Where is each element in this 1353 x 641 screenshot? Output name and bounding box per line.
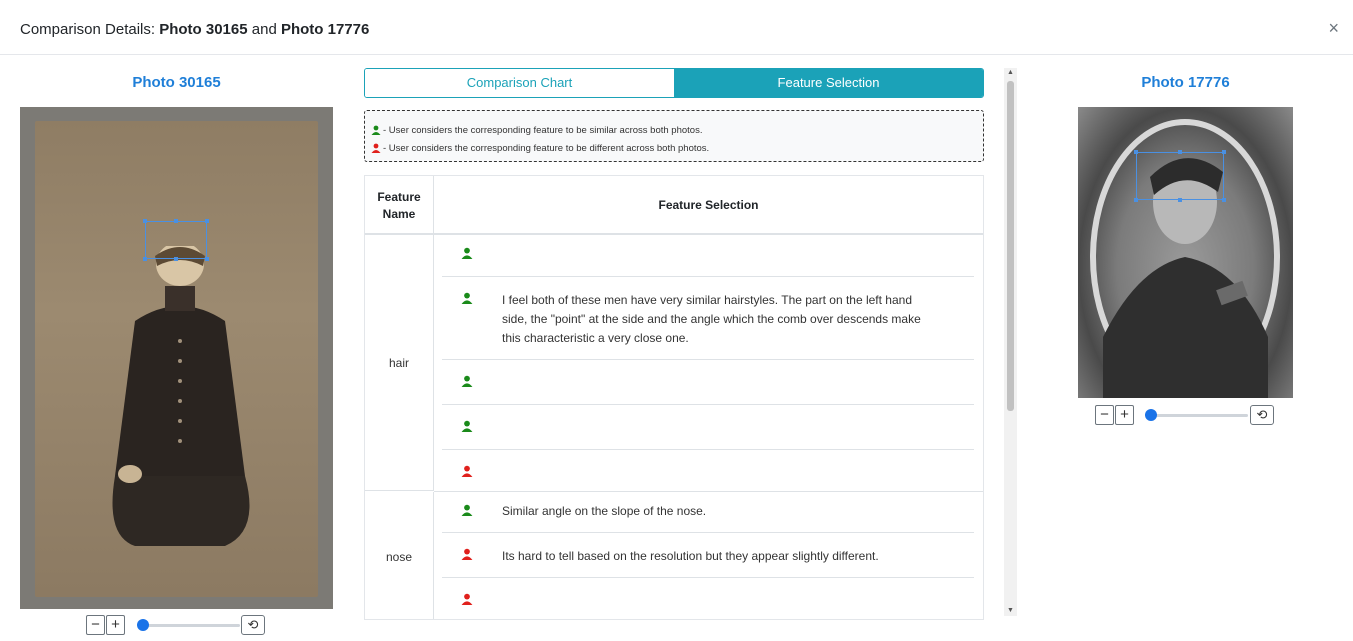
user-red-icon — [461, 593, 473, 605]
table-row — [442, 578, 974, 619]
user-green-icon — [371, 125, 381, 135]
legend-different: - User considers the corresponding featu… — [371, 139, 977, 157]
scroll-up-arrow-icon[interactable]: ▲ — [1004, 69, 1017, 76]
tab-feature-selection[interactable]: Feature Selection — [674, 69, 983, 97]
right-zoom-controls: − + ⟲ — [1095, 405, 1280, 427]
table-row — [442, 235, 974, 277]
user-red-icon — [461, 548, 473, 560]
right-photo-viewer[interactable] — [1078, 107, 1293, 398]
user-red-icon — [371, 143, 381, 153]
left-zoom-controls: − + ⟲ — [86, 615, 266, 637]
left-photo-title: Photo 30165 — [132, 74, 221, 91]
comparison-modal: Comparison Details: Photo 30165 and Phot… — [0, 0, 1353, 641]
scrollbar-thumb[interactable] — [1007, 81, 1014, 411]
legend-box: - User considers the corresponding featu… — [364, 110, 984, 162]
feature-name-cell: hair — [365, 235, 434, 491]
modal-header: Comparison Details: Photo 30165 and Phot… — [0, 0, 1353, 55]
right-reset-button[interactable]: ⟲ — [1250, 405, 1274, 425]
close-button[interactable]: × — [1328, 18, 1339, 39]
table-row — [442, 450, 974, 491]
row-comment: Similar angle on the slope of the nose. — [502, 504, 707, 518]
legend-different-text: - User considers the corresponding featu… — [383, 142, 710, 154]
legend-similar: - User considers the corresponding featu… — [371, 121, 977, 139]
user-green-icon — [461, 504, 473, 516]
user-green-icon — [461, 292, 473, 304]
center-scrollbar[interactable]: ▲ ▼ — [1004, 68, 1017, 616]
tab-bar: Comparison Chart Feature Selection — [364, 68, 984, 98]
right-zoom-knob[interactable] — [1145, 409, 1157, 421]
left-reset-button[interactable]: ⟲ — [241, 615, 265, 635]
column-header-feature-name: Feature Name — [365, 176, 434, 235]
row-comment: Its hard to tell based on the resolution… — [502, 549, 879, 563]
legend-similar-text: - User considers the corresponding featu… — [383, 124, 703, 136]
modal-title: Comparison Details: Photo 30165 and Phot… — [20, 21, 369, 38]
table-header: Feature Name Feature Selection — [365, 176, 983, 235]
user-red-icon — [461, 465, 473, 477]
tab-comparison-chart[interactable]: Comparison Chart — [365, 69, 674, 97]
left-zoom-knob[interactable] — [137, 619, 149, 631]
left-feature-bbox[interactable] — [143, 219, 209, 261]
left-zoom-out-button[interactable]: − — [86, 615, 105, 635]
user-green-icon — [461, 420, 473, 432]
table-row — [442, 360, 974, 405]
column-header-feature-selection: Feature Selection — [658, 198, 759, 212]
right-feature-bbox[interactable] — [1134, 150, 1226, 202]
title-prefix: Comparison Details: — [20, 21, 160, 38]
user-green-icon — [461, 375, 473, 387]
left-photo-viewer[interactable] — [20, 107, 333, 609]
title-photo-a: Photo 30165 — [159, 21, 248, 38]
left-zoom-slider[interactable] — [144, 624, 240, 627]
user-green-icon — [461, 247, 473, 259]
portrait-figure-left — [112, 246, 250, 546]
feature-name-cell: nose — [365, 492, 434, 619]
row-comment: I feel both of these men have very simil… — [502, 293, 921, 345]
right-photo-title: Photo 17776 — [1141, 74, 1230, 91]
right-zoom-in-button[interactable]: + — [1115, 405, 1134, 425]
table-row: I feel both of these men have very simil… — [442, 277, 974, 360]
table-row: Similar angle on the slope of the nose. — [442, 492, 974, 533]
right-zoom-slider[interactable] — [1152, 414, 1248, 417]
title-joiner: and — [247, 21, 281, 38]
table-row — [442, 405, 974, 450]
scroll-down-arrow-icon[interactable]: ▼ — [1004, 607, 1017, 614]
left-photo-image — [35, 121, 318, 597]
feature-table: Feature Name Feature Selection hair I fe… — [364, 175, 984, 620]
portrait-figure-right — [1090, 119, 1280, 398]
left-zoom-in-button[interactable]: + — [106, 615, 125, 635]
title-photo-b: Photo 17776 — [280, 21, 370, 38]
right-zoom-out-button[interactable]: − — [1095, 405, 1114, 425]
table-row: Its hard to tell based on the resolution… — [442, 533, 974, 578]
